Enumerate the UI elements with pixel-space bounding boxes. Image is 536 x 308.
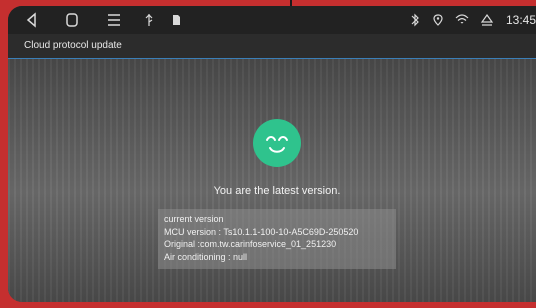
menu-lines-icon-svg (108, 14, 120, 26)
back-triangle-icon[interactable] (24, 6, 38, 34)
info-line-2: MCU version : Ts10.1.1-100-10-A5C69D-250… (164, 226, 359, 237)
clock: 13:45 (506, 13, 536, 27)
screen: 13:45 Cloud protocol update You are the … (8, 6, 536, 302)
content-area: You are the latest version. current vers… (8, 59, 536, 302)
usb-icon-svg (145, 14, 153, 26)
info-line-3: Original :com.tw.carinfoservice_01_25123… (164, 239, 337, 249)
location-pin-icon (432, 6, 444, 34)
location-pin-icon-svg (433, 14, 443, 26)
title-bar: Cloud protocol update (8, 34, 536, 59)
eject-icon (480, 6, 494, 34)
status-bar: 13:45 (8, 6, 536, 34)
home-circle-icon[interactable] (64, 6, 80, 34)
menu-lines-icon[interactable] (106, 6, 122, 34)
wifi-icon (454, 6, 470, 34)
bluetooth-icon (410, 6, 420, 34)
version-info-box: current version MCU version : Ts10.1.1-1… (158, 209, 396, 269)
sd-card-icon (170, 6, 182, 34)
usb-icon (143, 6, 155, 34)
eject-icon-svg (480, 13, 494, 26)
info-line-4: Air conditioning : null (164, 251, 248, 262)
wifi-icon-svg (455, 14, 469, 24)
status-message: You are the latest version. (213, 185, 341, 197)
bluetooth-icon-svg (411, 13, 419, 27)
back-triangle-icon-svg (26, 12, 36, 28)
device-frame: 13:45 Cloud protocol update You are the … (0, 0, 536, 308)
home-circle-icon-svg (66, 13, 78, 27)
info-line-1: current version (164, 214, 224, 224)
smile-icon-svg (266, 136, 288, 153)
sd-card-icon-svg (173, 15, 180, 25)
page-title: Cloud protocol update (24, 40, 122, 51)
smile-icon (253, 119, 301, 167)
